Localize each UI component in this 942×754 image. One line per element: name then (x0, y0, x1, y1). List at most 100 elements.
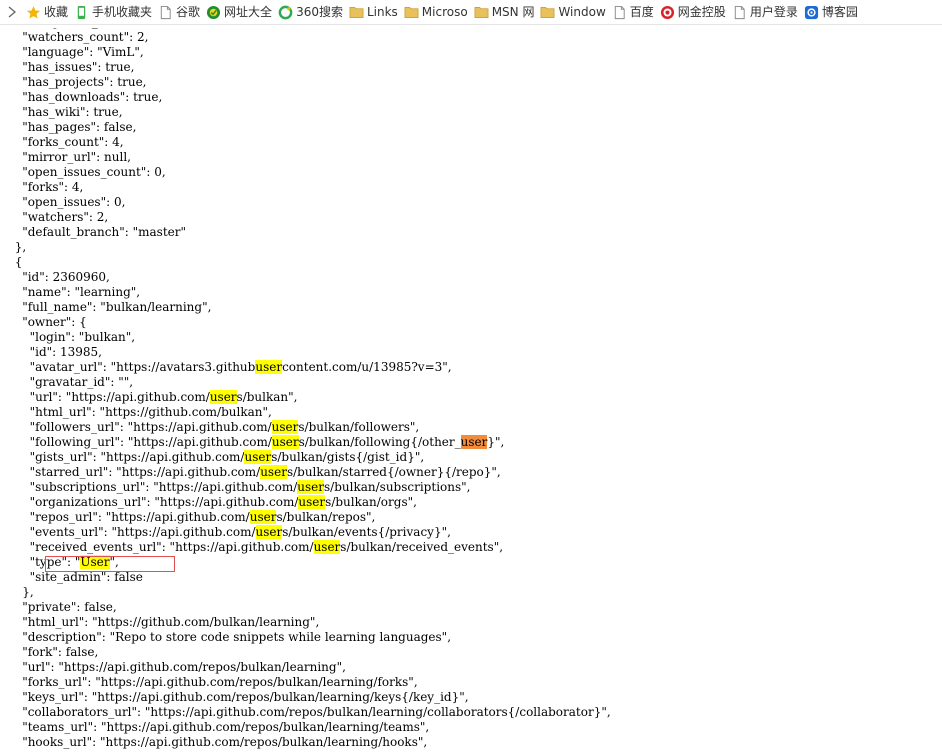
page-icon (158, 5, 173, 20)
bookmark-label: 收藏 (44, 4, 69, 19)
json-line: "has_pages": false, (22, 120, 137, 134)
json-line: "id": 2360960, (22, 270, 110, 284)
json-line: "id": 13985, (29, 345, 102, 359)
json-line: "html_url": "https://github.com/bulkan", (29, 405, 272, 419)
json-line: "private": false, (22, 600, 117, 614)
bookmark-label: 手机收藏夹 (92, 4, 153, 19)
bookmark-item[interactable]: 360搜索 (276, 0, 347, 24)
json-line: "organizations_url": "https://api.github… (29, 495, 417, 509)
search-match: user (460, 435, 488, 449)
json-line: "site_admin": false (29, 570, 143, 584)
annotation-box (45, 556, 175, 572)
bookmark-item[interactable]: Microso (402, 0, 472, 24)
json-line: }, (22, 585, 34, 599)
json-line: "mirror_url": null, (22, 150, 131, 164)
json-line: "language": "VimL", (22, 45, 144, 59)
bookmark-label: 360搜索 (296, 4, 343, 19)
bookmark-item[interactable]: 用户登录 (730, 0, 802, 24)
json-line: "avatar_url": "https://avatars3.githubus… (29, 360, 452, 374)
bookmark-label: 谷歌 (176, 4, 201, 19)
bookmark-item[interactable]: 手机收藏夹 (72, 0, 156, 24)
bookmark-item[interactable]: Links (347, 0, 402, 24)
json-line: "watchers_count": 2, (22, 30, 149, 44)
search-match: user (271, 435, 299, 449)
bookmark-item[interactable]: 网金控股 (658, 0, 730, 24)
bookmark-label: 用户登录 (749, 4, 798, 19)
bookmark-item[interactable]: MSN 网 (472, 0, 539, 24)
json-line: "has_issues": true, (22, 60, 135, 74)
json-line: "open_issues": 0, (22, 195, 126, 209)
json-line: "events_url": "https://api.github.com/us… (29, 525, 451, 539)
json-line: "forks_url": "https://api.github.com/rep… (22, 675, 418, 689)
cnblogs-icon (804, 5, 819, 20)
json-line: "repos_url": "https://api.github.com/use… (29, 510, 376, 524)
bookmark-label: 博客园 (821, 4, 858, 19)
search-match: user (271, 420, 299, 434)
search-match: user (209, 390, 237, 404)
json-line: "fork": false, (22, 645, 99, 659)
json-line: "gravatar_id": "", (29, 375, 134, 389)
bookmark-item[interactable]: 网址大全 (204, 0, 276, 24)
json-content: "stargazers_count": 2,"watchers_count": … (0, 28, 942, 754)
json-line: "has_projects": true, (22, 75, 147, 89)
json-line: "default_branch": "master" (22, 225, 186, 239)
search-match: user (249, 510, 277, 524)
search-match: user (255, 525, 283, 539)
page-icon (732, 5, 747, 20)
search-match: user (244, 450, 272, 464)
folder-icon (349, 5, 364, 20)
search-match: user (313, 540, 341, 554)
bookmark-label: 网金控股 (677, 4, 726, 19)
bookmark-label: Links (366, 4, 398, 19)
json-line: "starred_url": "https://api.github.com/u… (29, 465, 501, 479)
wangjin-logo-icon (660, 5, 675, 20)
globe-icon (206, 5, 221, 20)
bookmark-label: Window (558, 4, 606, 19)
bookmark-label: 网址大全 (224, 4, 273, 19)
phone-icon (74, 5, 89, 20)
star-icon (26, 5, 41, 20)
json-line: }, (14, 240, 27, 254)
page-icon (612, 5, 627, 20)
search-match: user (298, 495, 326, 509)
search-match: user (260, 465, 287, 479)
json-line: "url": "https://api.github.com/users/bul… (29, 390, 298, 404)
bookmark-item[interactable]: 谷歌 (156, 0, 204, 24)
json-line: "hooks_url": "https://api.github.com/rep… (22, 735, 428, 749)
bookmark-item[interactable]: 收藏 (24, 0, 72, 24)
json-line: "keys_url": "https://api.github.com/repo… (22, 690, 469, 704)
json-line: "url": "https://api.github.com/repos/bul… (22, 660, 346, 674)
json-line: "forks_count": 4, (22, 135, 124, 149)
bookmark-item[interactable]: 博客园 (802, 0, 862, 24)
bookmark-list: 收藏 手机收藏夹 谷歌 网址大全 360搜索 Links Microso MSN 网 Windo… (24, 0, 862, 24)
search-match: user (297, 480, 325, 494)
json-line: "forks": 4, (22, 180, 84, 194)
json-line: "name": "learning", (22, 285, 141, 299)
bookmark-item[interactable]: Window (538, 0, 609, 24)
bookmarks-bar: 收藏 手机收藏夹 谷歌 网址大全 360搜索 Links Microso MSN 网 Windo… (0, 0, 942, 25)
json-line: "watchers": 2, (22, 210, 109, 224)
json-line: "gists_url": "https://api.github.com/use… (29, 450, 425, 464)
json-line: "html_url": "https://github.com/bulkan/l… (22, 615, 320, 629)
folder-icon (540, 5, 555, 20)
json-line: "teams_url": "https://api.github.com/rep… (22, 720, 430, 734)
json-line: "subscriptions_url": "https://api.github… (29, 480, 471, 494)
json-line: "has_downloads": true, (22, 90, 163, 104)
json-line: "open_issues_count": 0, (22, 165, 166, 179)
sidebar-toggle-icon[interactable] (0, 0, 24, 24)
folder-icon (404, 5, 419, 20)
bookmark-item[interactable]: 百度 (610, 0, 658, 24)
json-line: "collaborators_url": "https://api.github… (22, 705, 611, 719)
json-line: "received_events_url": "https://api.gith… (29, 540, 504, 554)
bookmark-label: 百度 (629, 4, 654, 19)
json-line: "following_url": "https://api.github.com… (29, 435, 505, 449)
json-line: "followers_url": "https://api.github.com… (29, 420, 420, 434)
search-360-icon (278, 5, 293, 20)
json-line: "description": "Repo to store code snipp… (22, 630, 452, 644)
bookmark-label: Microso (421, 4, 468, 19)
json-line: "owner": { (22, 315, 87, 329)
json-line: "full_name": "bulkan/learning", (22, 300, 212, 314)
json-line: { (14, 255, 23, 269)
json-line: "login": "bulkan", (29, 330, 136, 344)
folder-icon (474, 5, 489, 20)
